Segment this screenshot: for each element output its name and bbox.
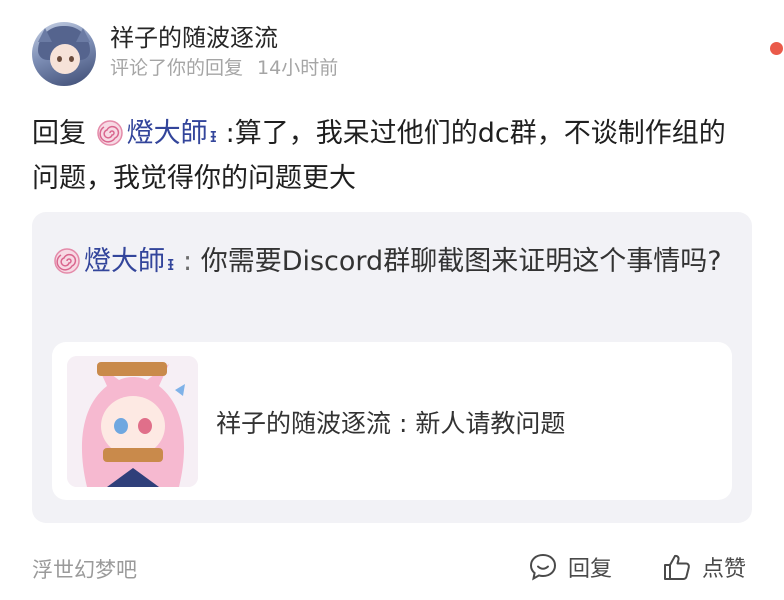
quote-separator: : — [174, 246, 201, 277]
quote-author[interactable]: 燈大師 — [84, 246, 165, 277]
reply-button[interactable]: 回复 — [528, 550, 612, 584]
post-title: 祥子的随波逐流 : 新人请教问题 — [216, 409, 566, 438]
forum-name[interactable]: 浮世幻梦吧 — [32, 554, 137, 584]
thumbs-up-icon — [664, 554, 690, 580]
like-label: 点赞 — [702, 557, 747, 582]
lollipop-icon — [54, 244, 80, 274]
quoted-reply[interactable]: 燈大師 ᵻ : 你需要Discord群聊截图来证明这个事情吗? 祥子的随波逐流 :… — [32, 212, 752, 523]
avatar-eye-right — [69, 56, 74, 62]
notification-header: 祥子的随波逐流 评论了你的回复 14小时前 — [32, 18, 783, 86]
comment-body[interactable]: 回复 燈大師 ᵻ :算了，我呆过他们的dc群，不谈制作组的问题，我觉得你的问题更大 — [32, 112, 748, 201]
avatar-eye-left — [57, 56, 62, 62]
user-badge: ᵻ — [209, 123, 218, 147]
original-post-card[interactable]: 祥子的随波逐流 : 新人请教问题 — [52, 342, 732, 500]
avatar-ear-left — [38, 28, 52, 42]
quote-content: 你需要Discord群聊截图来证明这个事情吗? — [200, 246, 722, 277]
avatar-ear-right — [76, 28, 90, 42]
quoted-text: 燈大師 ᵻ : 你需要Discord群聊截图来证明这个事情吗? — [54, 240, 734, 285]
notification-meta: 评论了你的回复 14小时前 — [110, 53, 338, 80]
reply-label: 回复 — [568, 557, 613, 582]
timestamp: 14小时前 — [257, 57, 339, 79]
post-thumbnail — [67, 356, 198, 487]
reply-prefix: 回复 — [32, 118, 86, 149]
comment-icon — [529, 553, 557, 581]
user-avatar[interactable] — [32, 22, 96, 86]
like-button[interactable]: 点赞 — [662, 550, 746, 584]
avatar-face — [50, 44, 80, 74]
action-text: 评论了你的回复 — [110, 57, 244, 79]
mention-link[interactable]: 燈大師 — [127, 118, 208, 149]
username[interactable]: 祥子的随波逐流 — [110, 18, 278, 53]
unread-dot — [770, 42, 783, 55]
lollipop-icon — [96, 116, 123, 146]
